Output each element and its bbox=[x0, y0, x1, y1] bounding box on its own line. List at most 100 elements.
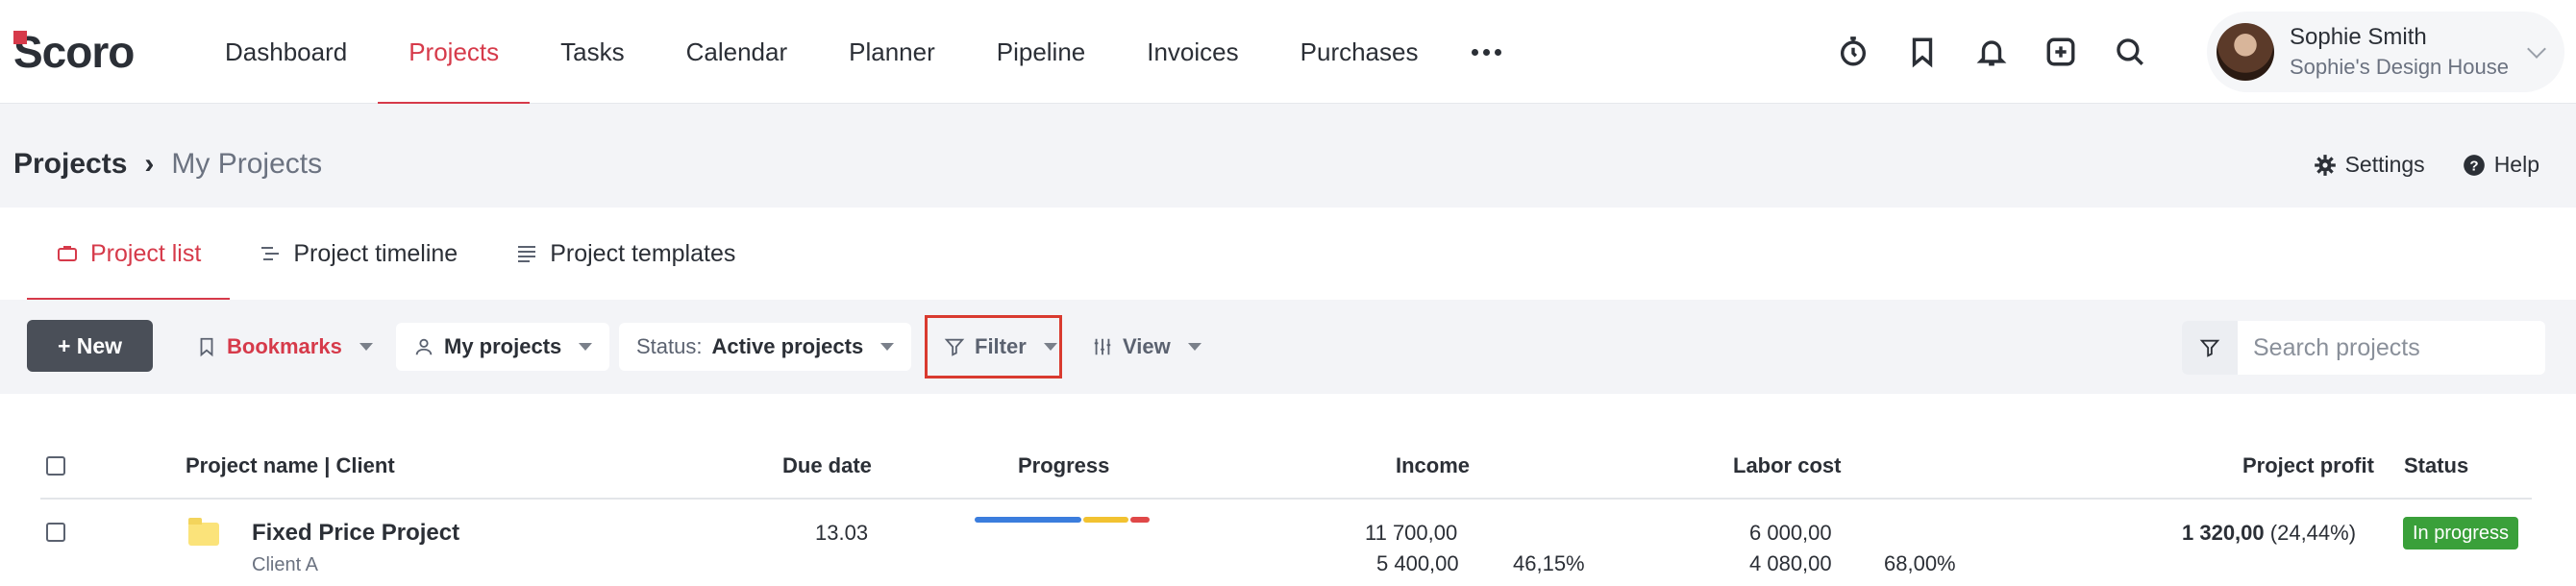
sliders-icon bbox=[1094, 338, 1111, 355]
caret-down-icon bbox=[579, 343, 593, 351]
tab-label: Project timeline bbox=[293, 239, 458, 267]
header-income[interactable]: Income bbox=[1396, 453, 1470, 478]
caret-down-icon bbox=[1187, 343, 1201, 351]
tab-project-templates[interactable]: Project templates bbox=[486, 208, 764, 300]
user-name: Sophie Smith bbox=[2290, 24, 2427, 50]
nav-calendar[interactable]: Calendar bbox=[656, 0, 819, 104]
view-dropdown[interactable]: View bbox=[1075, 323, 1219, 371]
search-filter-button[interactable] bbox=[2182, 321, 2238, 375]
new-project-button[interactable]: + New bbox=[27, 320, 153, 372]
progress-segment bbox=[1130, 517, 1150, 523]
bell-icon[interactable] bbox=[1974, 29, 2009, 75]
top-icons bbox=[1836, 29, 2147, 75]
select-all-checkbox[interactable] bbox=[46, 456, 65, 476]
breadcrumb: Projects › My Projects bbox=[13, 148, 322, 181]
filter-dropdown[interactable]: Filter bbox=[927, 323, 1075, 371]
bookmark-icon bbox=[200, 337, 213, 357]
tab-project-timeline[interactable]: Project timeline bbox=[230, 208, 486, 300]
help-label: Help bbox=[2493, 152, 2539, 177]
nav-pipeline[interactable]: Pipeline bbox=[966, 0, 1117, 104]
filter-label: Filter bbox=[975, 334, 1027, 358]
status-prefix: Status: bbox=[636, 334, 703, 358]
header-progress[interactable]: Progress bbox=[1018, 453, 1109, 478]
labor-planned: 6 000,00 bbox=[1749, 521, 1832, 545]
caret-down-icon bbox=[1043, 343, 1057, 351]
client-name[interactable]: Client A bbox=[252, 554, 318, 576]
help-button[interactable]: ? Help bbox=[2462, 152, 2539, 178]
scoro-logo[interactable]: Scoro bbox=[13, 25, 135, 79]
status-dropdown[interactable]: Status: Active projects bbox=[619, 323, 912, 371]
tab-label: Project list bbox=[90, 239, 202, 267]
folder-icon bbox=[188, 518, 219, 546]
header-project-profit[interactable]: Project profit bbox=[2242, 453, 2374, 478]
main-nav: Dashboard Projects Tasks Calendar Planne… bbox=[194, 0, 1524, 104]
my-projects-dropdown[interactable]: My projects bbox=[396, 323, 610, 371]
svg-text:?: ? bbox=[2469, 158, 2478, 174]
row-checkbox[interactable] bbox=[46, 523, 65, 542]
settings-button[interactable]: Settings bbox=[2313, 152, 2425, 178]
bookmarks-dropdown[interactable]: Bookmarks bbox=[179, 323, 390, 371]
timeline-icon bbox=[261, 247, 280, 260]
search-icon[interactable] bbox=[2113, 29, 2147, 75]
project-tabs: Project list Project timeline Project te… bbox=[27, 208, 764, 300]
project-profit: 1 320,00 (24,44%) bbox=[2182, 521, 2356, 546]
bookmark-icon[interactable] bbox=[1905, 29, 1940, 75]
breadcrumb-root[interactable]: Projects bbox=[13, 148, 127, 181]
bookmarks-label: Bookmarks bbox=[227, 334, 342, 358]
settings-label: Settings bbox=[2344, 152, 2425, 177]
profit-percentage: (24,44%) bbox=[2269, 521, 2357, 545]
progress-segment bbox=[975, 517, 1081, 523]
user-menu[interactable]: Sophie Smith Sophie's Design House bbox=[2207, 12, 2564, 92]
top-navigation-bar: Scoro Dashboard Projects Tasks Calendar … bbox=[0, 0, 2576, 104]
user-company: Sophie's Design House bbox=[2290, 55, 2510, 79]
income-actual: 5 400,00 bbox=[1376, 551, 1459, 575]
page-header: Projects › My Projects Settings ? Help bbox=[0, 104, 2576, 208]
tab-label: Project templates bbox=[550, 239, 736, 267]
status-value: Active projects bbox=[711, 334, 864, 358]
view-label: View bbox=[1123, 334, 1171, 358]
logo-mark bbox=[13, 31, 27, 44]
nav-dashboard[interactable]: Dashboard bbox=[194, 0, 378, 104]
add-square-icon[interactable] bbox=[2043, 29, 2078, 75]
project-name[interactable]: Fixed Price Project bbox=[252, 520, 459, 547]
funnel-icon bbox=[944, 338, 965, 356]
progress-segment bbox=[1082, 517, 1129, 523]
avatar bbox=[2217, 23, 2274, 81]
breadcrumb-current: My Projects bbox=[171, 148, 323, 180]
due-date: 13.03 bbox=[815, 521, 869, 545]
briefcase-icon bbox=[58, 246, 77, 261]
labor-percentage: 68,00% bbox=[1884, 551, 1956, 575]
caret-down-icon bbox=[359, 343, 373, 351]
logo-text: Scoro bbox=[13, 27, 135, 77]
nav-tasks[interactable]: Tasks bbox=[530, 0, 655, 104]
header-status[interactable]: Status bbox=[2404, 453, 2468, 478]
income-percentage: 46,15% bbox=[1513, 551, 1585, 575]
caret-down-icon bbox=[880, 343, 895, 351]
tab-project-list[interactable]: Project list bbox=[27, 208, 231, 300]
status-badge: In progress bbox=[2403, 517, 2519, 549]
header-labor-cost[interactable]: Labor cost bbox=[1733, 453, 1841, 478]
search-box bbox=[2182, 321, 2545, 375]
timer-icon[interactable] bbox=[1836, 29, 1870, 75]
user-icon bbox=[415, 338, 433, 355]
nav-planner[interactable]: Planner bbox=[818, 0, 966, 104]
labor-actual: 4 080,00 bbox=[1749, 551, 1832, 575]
templates-icon bbox=[518, 246, 536, 262]
breadcrumb-separator: › bbox=[144, 148, 155, 180]
progress-bar bbox=[975, 517, 1150, 523]
profit-value: 1 320,00 bbox=[2182, 521, 2265, 545]
income-planned: 11 700,00 bbox=[1365, 521, 1458, 545]
nav-projects[interactable]: Projects bbox=[378, 0, 531, 104]
search-input[interactable] bbox=[2238, 333, 2536, 362]
header-project-name[interactable]: Project name | Client bbox=[186, 453, 395, 478]
more-menu-icon[interactable] bbox=[1449, 0, 1524, 104]
funnel-icon bbox=[2199, 339, 2220, 357]
header-due-date[interactable]: Due date bbox=[782, 453, 872, 478]
chevron-down-icon bbox=[2527, 39, 2546, 59]
gear-icon bbox=[2314, 154, 2336, 176]
toolbar: + New Bookmarks My projects Status: Acti… bbox=[0, 300, 2576, 394]
help-icon: ? bbox=[2463, 154, 2485, 176]
header-divider bbox=[40, 498, 2532, 500]
nav-invoices[interactable]: Invoices bbox=[1116, 0, 1269, 104]
nav-purchases[interactable]: Purchases bbox=[1270, 0, 1449, 104]
